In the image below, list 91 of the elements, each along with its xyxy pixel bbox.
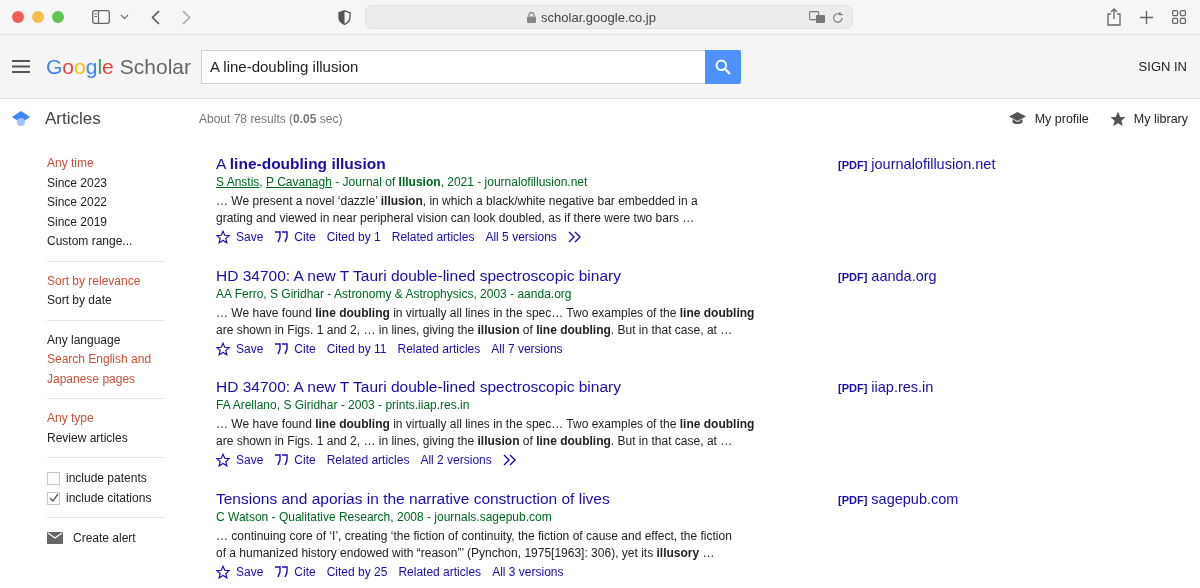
minimize-dot[interactable] [32,11,44,23]
result-link[interactable]: All 5 versions [485,228,557,246]
result-link[interactable]: Related articles [391,228,475,246]
quote-icon [274,454,289,466]
pdf-link[interactable]: [PDF] iiap.res.in [838,379,934,395]
result-link[interactable]: Cited by 11 [326,339,387,358]
result-title[interactable]: A line-doubling illusion [216,154,838,174]
result-snippet: … We present a novel ‘dazzle’ illusion, in which a black/white negative bar embedded in a grating and viewed in near peripheral vision can look doubled, as if there were two bars … [216,193,699,227]
address-bar[interactable]: scholar.google.co.jp [365,5,853,29]
result-meta: AA Ferro, S Giridhar - Astronomy & Astrophysics, 2003 - aanda.org [216,285,573,303]
close-dot[interactable] [12,11,24,23]
pdf-link[interactable]: [PDF] journalofillusion.net [838,156,996,172]
mail-icon [47,532,63,544]
logo[interactable]: Google Scholar [46,54,201,79]
result-meta: FA Arellano, S Giridhar - 2003 - prints.iiap.res.in [216,397,471,414]
save-link[interactable]: Save [216,228,264,246]
result-link[interactable]: Related articles [398,562,482,581]
filter-option[interactable]: Sort by date [47,291,165,311]
save-link[interactable]: Save [216,451,264,469]
result-link[interactable]: Cited by 25 [326,562,388,581]
create-alert-link[interactable]: Create alert [47,528,165,548]
cite-link[interactable]: Cite [274,228,316,246]
result-title[interactable]: HD 34700: A new T Tauri double-lined spectroscopic binary [216,265,838,286]
plus-icon[interactable] [1140,10,1153,24]
filter-option[interactable]: Any type [47,409,165,429]
quote-icon [274,565,289,578]
result-link[interactable]: All 3 versions [492,562,564,581]
url-text: scholar.google.co.jp [541,9,656,25]
filter-option[interactable]: Sort by relevance [47,271,165,291]
filter-option[interactable]: Review articles [47,428,165,448]
filter-option[interactable]: Any language [47,330,165,350]
star-icon [216,230,230,244]
translate-icon[interactable] [809,10,826,24]
result-meta: C Watson - Qualitative Research, 2008 - journals.sagepub.com [216,508,553,526]
cite-link[interactable]: Cite [274,451,316,469]
double-chevron-icon [502,454,517,466]
more-button[interactable] [567,231,582,243]
result-meta: S Anstis, P Cavanagh - Journal of Illusion, 2021 - journalofillusion.net [216,174,589,191]
pdf-link[interactable]: [PDF] aanda.org [838,267,937,284]
cite-link[interactable]: Cite [274,339,316,358]
result-snippet: … We have found line doubling in virtually all lines in the spec… Two examples of the line doubling are shown in Figs. 1 and 2, … in lines, giving the illusion of line doubling. But in that case, at … [216,416,756,450]
star-icon [216,341,230,356]
author-link[interactable]: P Cavanagh [266,175,332,189]
result-snippet: … continuing core of ‘I’, creating ‘the fiction of continuity, the fiction of cause and effect, the fiction of a humanized history endowed with “reason”’ (Pynchon, 1975[1963]: 306), yet its illusory … [216,527,733,562]
back-icon[interactable] [151,9,160,25]
share-icon[interactable] [1107,8,1121,26]
mortarboard-icon [1008,111,1026,126]
checkmark-icon [48,493,59,503]
result-title[interactable]: HD 34700: A new T Tauri double-lined spectroscopic binary [216,377,838,397]
result-title[interactable]: Tensions and aporias in the narrative construction of lives [216,488,838,509]
tabs-grid-icon[interactable] [1172,10,1186,24]
section-title: Articles [45,108,102,129]
filter-option[interactable]: Since 2019 [47,212,165,232]
save-link[interactable]: Save [216,339,264,358]
pdf-link[interactable]: [PDF] sagepub.com [838,490,959,507]
my-profile-link[interactable]: My profile [1008,111,1089,126]
mortarboard-icon [12,110,30,127]
result-link[interactable]: Related articles [326,451,410,469]
double-chevron-icon [567,231,582,243]
shield-icon[interactable] [338,9,351,25]
result-link[interactable]: Related articles [397,339,481,358]
zoom-dot[interactable] [52,11,64,23]
checkbox-option[interactable]: include citations [47,488,165,508]
search-icon [715,58,731,75]
filter-option[interactable]: Custom range... [47,232,165,252]
result-link[interactable]: All 2 versions [420,451,492,469]
cite-link[interactable]: Cite [274,562,316,581]
menu-icon[interactable] [12,60,30,73]
lock-icon [527,11,537,23]
results-summary: About 78 results (0.05 sec) [199,111,343,126]
result-snippet: … We have found line doubling in virtually all lines in the spec… Two examples of the line doubling are shown in Figs. 1 and 2, … in lines, giving the illusion of line doubling. But in that case, at … [216,304,756,339]
checkbox-option[interactable]: include patents [47,468,165,488]
star-icon [1110,111,1125,126]
sidebar-icon[interactable] [92,10,110,24]
sign-in-link[interactable]: SIGN IN [1138,59,1187,74]
filter-option[interactable]: Since 2022 [47,193,165,213]
more-button[interactable] [502,454,517,466]
star-icon [216,453,230,467]
filter-option[interactable]: Search English and Japanese pages [47,350,165,389]
my-library-link[interactable]: My library [1110,111,1188,126]
reload-icon[interactable] [832,10,844,24]
quote-icon [274,231,289,243]
star-icon [216,564,230,579]
search-button[interactable] [705,49,741,84]
filter-option[interactable]: Any time [47,154,165,174]
filter-option[interactable]: Since 2023 [47,173,165,193]
result-link[interactable]: Cited by 1 [326,228,381,246]
chevron-down-icon[interactable] [120,14,129,20]
result-link[interactable]: All 7 versions [491,339,563,358]
save-link[interactable]: Save [216,562,264,581]
quote-icon [274,342,289,355]
